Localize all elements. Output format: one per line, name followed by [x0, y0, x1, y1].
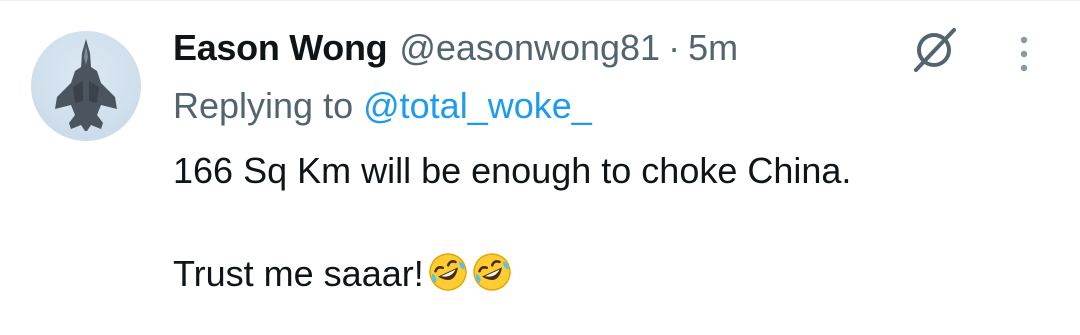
grok-icon[interactable] — [908, 24, 960, 76]
timestamp[interactable]: 5m — [688, 27, 738, 69]
fighter-jet-icon — [55, 39, 117, 131]
avatar[interactable] — [31, 31, 141, 141]
reply-context: Replying to @total_woke_ — [173, 74, 1053, 138]
more-options-icon[interactable] — [1012, 34, 1036, 74]
user-handle[interactable]: @easonwong81 — [399, 27, 660, 69]
tweet-text-line-2: Trust me saaar! — [173, 252, 1053, 295]
top-divider — [0, 0, 1080, 1]
tweet-text-line-2-text: Trust me saaar! — [173, 253, 424, 294]
rofl-emoji-icon — [472, 253, 511, 291]
replying-to-label: Replying to — [173, 85, 354, 126]
rofl-emoji-icon — [428, 253, 467, 291]
display-name[interactable]: Eason Wong — [173, 27, 388, 69]
reply-mention-link[interactable]: @total_woke_ — [363, 85, 592, 127]
tweet-text-line-1: 166 Sq Km will be enough to choke China. — [173, 150, 852, 191]
separator-dot: · — [668, 27, 681, 68]
